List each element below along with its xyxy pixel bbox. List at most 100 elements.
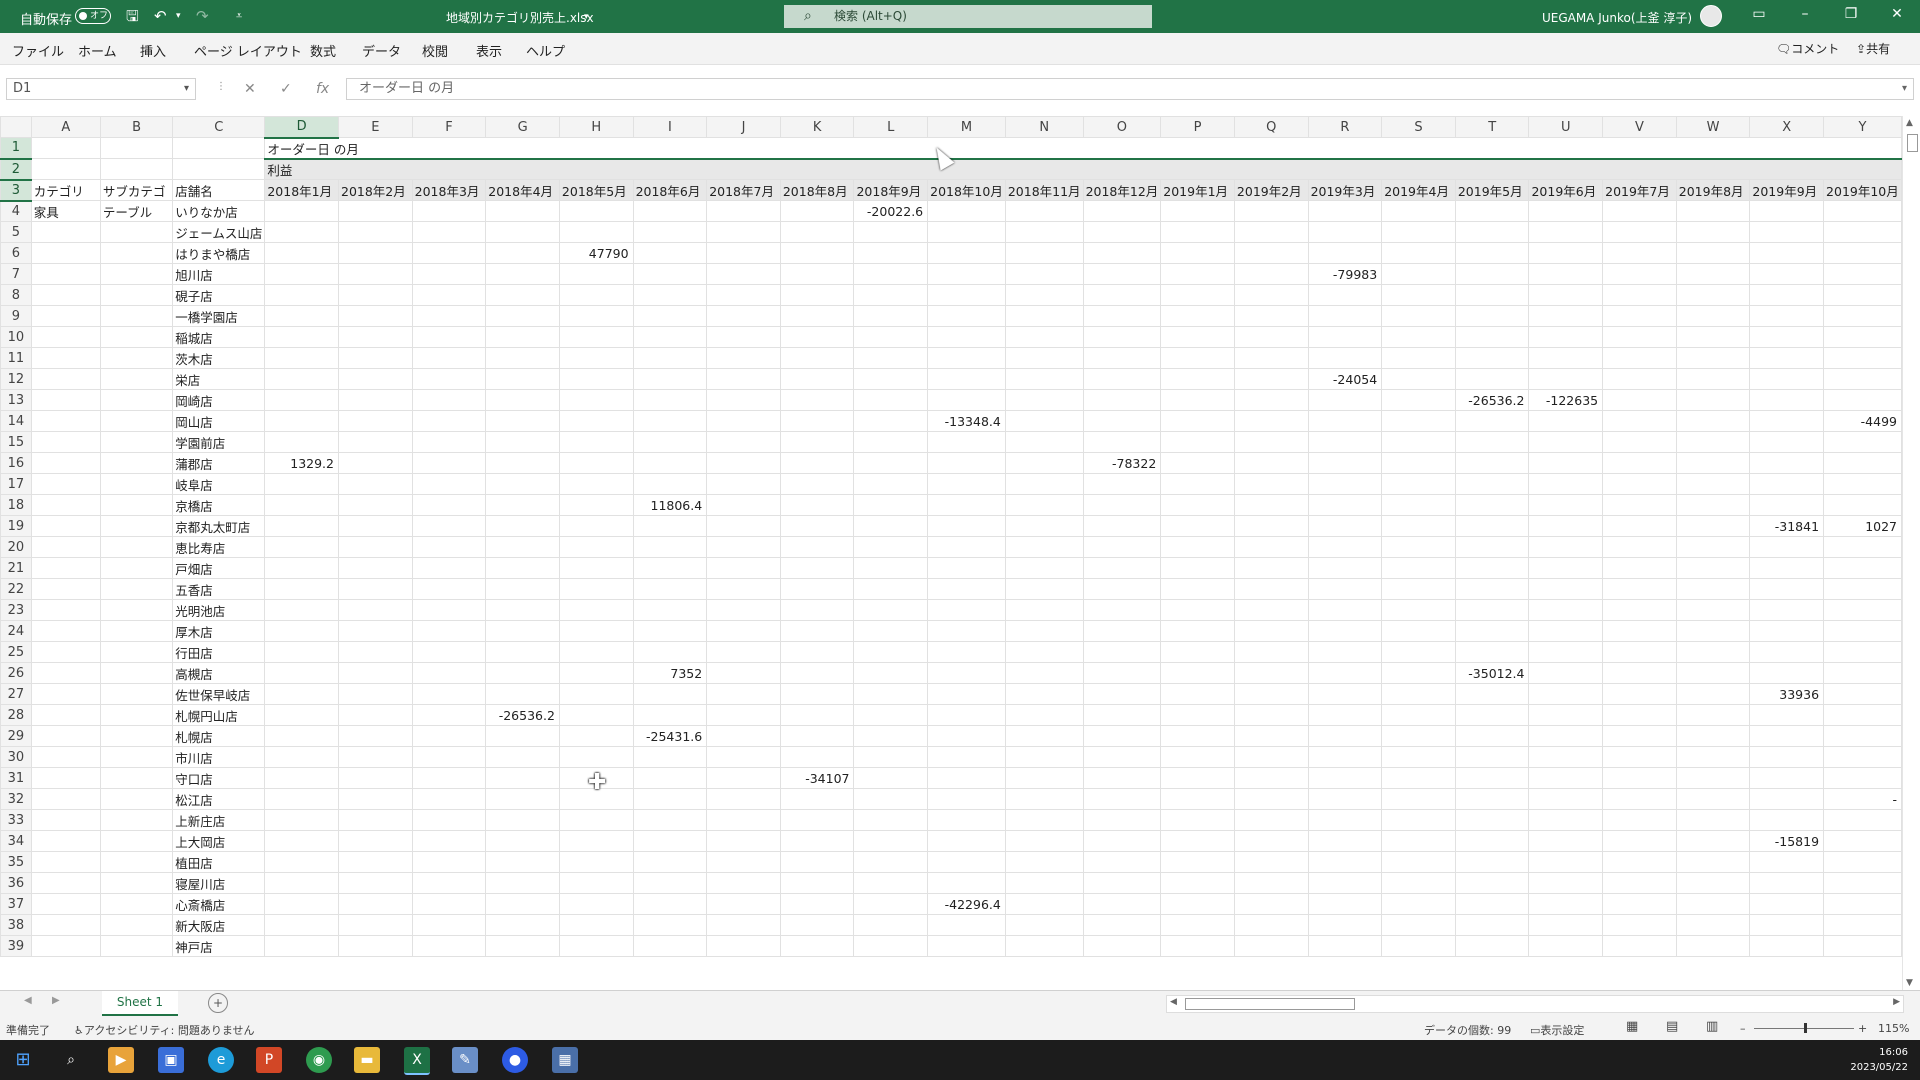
cell[interactable] <box>1528 347 1604 369</box>
cell[interactable] <box>779 389 855 411</box>
cell[interactable]: -24054 <box>1307 368 1383 390</box>
cell[interactable]: 寝屋川店 <box>172 872 266 894</box>
cell[interactable]: 2019年6月 <box>1528 179 1604 201</box>
customize-toolbar-icon[interactable]: ⩡ <box>236 7 242 25</box>
cell[interactable] <box>1675 809 1751 831</box>
cell[interactable] <box>1233 788 1309 810</box>
cell[interactable] <box>30 620 101 642</box>
cell[interactable] <box>1082 263 1162 285</box>
cell[interactable] <box>1307 599 1383 621</box>
expand-formula-icon[interactable]: ▾ <box>1902 79 1907 99</box>
cell[interactable] <box>1823 683 1902 705</box>
cell[interactable]: 2019年8月 <box>1675 179 1751 201</box>
cell[interactable] <box>853 599 929 621</box>
cell[interactable] <box>1749 389 1825 411</box>
cell[interactable] <box>264 599 339 621</box>
cell[interactable] <box>927 284 1006 306</box>
cell[interactable]: 岡崎店 <box>172 389 266 411</box>
cell[interactable] <box>853 851 929 873</box>
cell[interactable] <box>1823 767 1902 789</box>
cell[interactable] <box>1749 809 1825 831</box>
cell[interactable] <box>1602 662 1677 684</box>
cell[interactable] <box>411 410 487 432</box>
cell[interactable] <box>706 200 781 222</box>
cell[interactable] <box>1233 851 1309 873</box>
cell[interactable] <box>338 431 413 453</box>
cell[interactable]: 戸畑店 <box>172 557 266 579</box>
cell[interactable] <box>1454 536 1530 558</box>
cell[interactable] <box>30 473 101 495</box>
cell[interactable]: 栄店 <box>172 368 266 390</box>
cell[interactable] <box>1602 767 1677 789</box>
cell[interactable] <box>632 872 708 894</box>
row-header[interactable]: 22 <box>0 578 32 600</box>
cell[interactable] <box>1082 515 1162 537</box>
sheet-tab[interactable]: Sheet 1 <box>102 991 178 1016</box>
cell[interactable] <box>411 494 487 516</box>
cell[interactable]: 7352 <box>632 662 708 684</box>
cell[interactable] <box>927 851 1006 873</box>
cell[interactable] <box>1307 200 1383 222</box>
cell[interactable] <box>1082 389 1162 411</box>
cell[interactable] <box>411 620 487 642</box>
cell[interactable] <box>927 536 1006 558</box>
cell[interactable] <box>338 746 413 768</box>
row-header[interactable]: 1 <box>0 137 32 160</box>
cell[interactable] <box>1307 242 1383 264</box>
column-header-r[interactable]: R <box>1307 116 1383 138</box>
cell[interactable] <box>99 767 174 789</box>
cell[interactable] <box>30 557 101 579</box>
cell[interactable] <box>99 893 174 915</box>
cell[interactable] <box>485 368 560 390</box>
cell[interactable] <box>338 452 413 474</box>
cell[interactable] <box>1004 347 1084 369</box>
cell[interactable] <box>1004 830 1084 852</box>
cell[interactable] <box>338 536 413 558</box>
cell[interactable] <box>411 830 487 852</box>
cell[interactable] <box>485 221 560 243</box>
cell[interactable] <box>1082 620 1162 642</box>
cell[interactable] <box>706 830 781 852</box>
cell[interactable] <box>30 830 101 852</box>
cell[interactable] <box>1528 620 1604 642</box>
cell[interactable] <box>1381 263 1456 285</box>
cell[interactable] <box>99 788 174 810</box>
cell[interactable] <box>30 704 101 726</box>
cell[interactable] <box>1233 431 1309 453</box>
cell[interactable] <box>1823 242 1902 264</box>
cell[interactable] <box>1307 221 1383 243</box>
cell[interactable] <box>1160 221 1235 243</box>
cell[interactable] <box>1004 557 1084 579</box>
row-header[interactable]: 16 <box>0 452 32 474</box>
cell[interactable] <box>1004 200 1084 222</box>
cell[interactable] <box>1004 746 1084 768</box>
cell[interactable] <box>1749 662 1825 684</box>
cell[interactable] <box>1381 410 1456 432</box>
cell[interactable] <box>264 767 339 789</box>
cell[interactable]: 2018年12月 <box>1082 179 1162 201</box>
cell[interactable] <box>1307 326 1383 348</box>
cell[interactable] <box>1749 242 1825 264</box>
cell[interactable] <box>485 305 560 327</box>
cell[interactable] <box>1381 662 1456 684</box>
page-layout-view-icon[interactable]: ▤ <box>1666 1019 1678 1034</box>
zoom-level[interactable]: 115% <box>1878 1022 1909 1035</box>
avatar[interactable] <box>1700 5 1722 27</box>
cell[interactable]: 2018年11月 <box>1004 179 1084 201</box>
user-name[interactable]: UEGAMA Junko(上釜 淳子) <box>1542 9 1692 26</box>
cell[interactable] <box>927 809 1006 831</box>
cell[interactable] <box>411 515 487 537</box>
cell[interactable]: 2018年4月 <box>485 179 560 201</box>
cell[interactable]: オーダー日 の月 <box>264 137 1902 160</box>
cell[interactable] <box>1602 389 1677 411</box>
cell[interactable] <box>1749 851 1825 873</box>
row-header[interactable]: 27 <box>0 683 32 705</box>
cell[interactable] <box>1675 641 1751 663</box>
cell[interactable] <box>558 221 634 243</box>
cell[interactable] <box>558 536 634 558</box>
cell[interactable]: 茨木店 <box>172 347 266 369</box>
cell[interactable] <box>1528 410 1604 432</box>
cell[interactable] <box>338 557 413 579</box>
cell[interactable] <box>779 914 855 936</box>
cell[interactable]: 33936 <box>1749 683 1825 705</box>
